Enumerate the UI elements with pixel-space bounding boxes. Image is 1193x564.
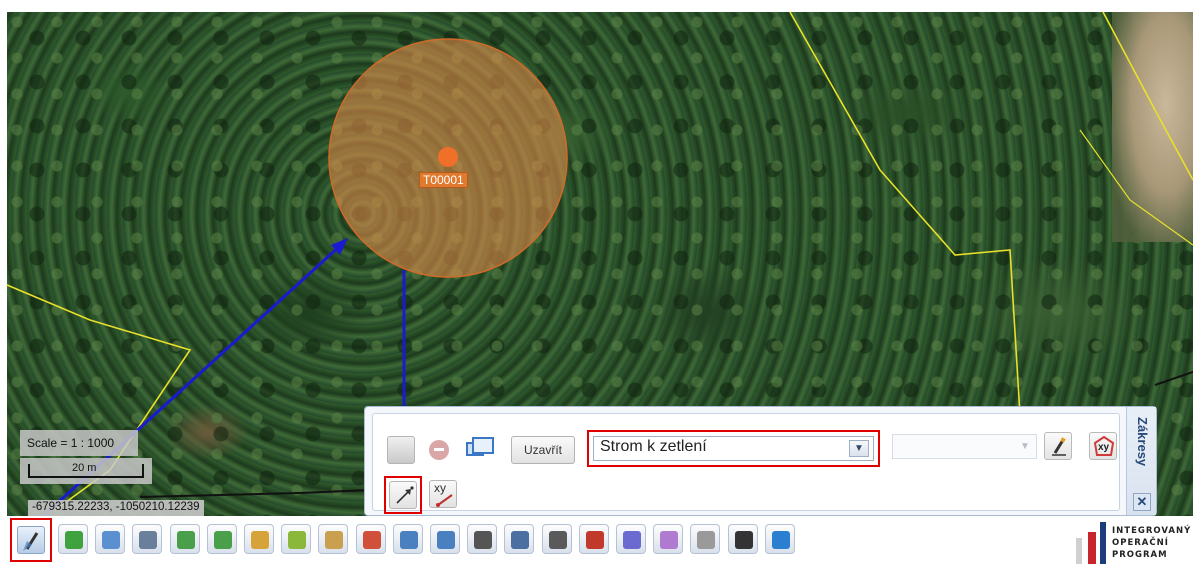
ruler-button[interactable] <box>244 524 274 554</box>
draw-tool-button[interactable] <box>17 526 45 554</box>
delete-xy-button[interactable]: xy <box>1089 432 1117 460</box>
edit-button[interactable] <box>1044 432 1072 460</box>
settings-button[interactable] <box>690 524 721 554</box>
export-icon <box>362 531 381 549</box>
delete-xy-icon: xy <box>1093 435 1115 456</box>
refresh-icon <box>65 531 83 549</box>
back-button[interactable] <box>169 524 200 554</box>
zakresy-panel: Uzavřít Strom k zetlení ▼ ▼ xy xy Zákres… <box>364 406 1157 516</box>
measure-icon <box>139 531 158 549</box>
logo-line: PROGRAM <box>1112 550 1168 560</box>
highlight-box: Strom k zetlení ▼ <box>587 430 880 467</box>
forward-icon <box>213 531 232 549</box>
chevron-down-icon[interactable]: ▼ <box>1016 437 1034 456</box>
feature-type-select[interactable]: Strom k zetlení ▼ <box>593 436 874 461</box>
bookmark-button[interactable] <box>653 524 684 554</box>
clear-button[interactable] <box>318 524 349 554</box>
draw-tool-icon <box>23 532 39 551</box>
draw-point-button[interactable] <box>389 481 417 509</box>
logo-bar <box>1100 522 1106 564</box>
scale-bar: 20 m <box>20 458 152 484</box>
print-preview-button[interactable] <box>541 524 572 554</box>
refresh-button[interactable] <box>58 524 88 554</box>
layers-button[interactable] <box>281 524 312 554</box>
new-document-button[interactable] <box>387 436 415 464</box>
xy-entry-button[interactable]: xy <box>429 480 457 508</box>
panel-content: Uzavřít Strom k zetlení ▼ ▼ xy xy <box>372 413 1120 514</box>
scale-bar-label: 20 m <box>72 462 97 474</box>
print-icon <box>511 531 530 549</box>
document-button[interactable] <box>392 524 423 554</box>
ruler-icon <box>251 531 269 549</box>
notes-button[interactable] <box>430 524 460 554</box>
forward-button[interactable] <box>206 524 237 554</box>
document-icon <box>399 531 418 549</box>
coordinate-readout: -679315.22233, -1050210.12239 <box>28 500 204 516</box>
bookmark-icon <box>660 531 679 549</box>
print-button[interactable] <box>504 524 535 554</box>
close-icon[interactable]: ✕ <box>1133 493 1151 511</box>
feature-label: T00001 <box>419 172 468 188</box>
clearing-area <box>1112 12 1193 242</box>
eye-button[interactable] <box>727 524 758 554</box>
screenshot: T00001 Scale = 1 : 1000 20 m -679315.222… <box>0 0 1193 564</box>
chevron-down-icon[interactable]: ▼ <box>849 440 869 457</box>
window-button[interactable] <box>95 524 126 554</box>
iop-logo: INTEGROVANÝ OPERAČNÍ PROGRAM <box>1066 520 1193 564</box>
stop-button[interactable] <box>425 436 453 464</box>
back-icon <box>176 531 195 549</box>
print-preview-icon <box>548 531 567 549</box>
settings-icon <box>697 531 716 549</box>
window-icon <box>102 531 121 549</box>
close-button[interactable]: Uzavřít <box>511 436 576 464</box>
panel-sidebar: Zákresy ✕ <box>1126 407 1156 515</box>
scale-text: Scale = 1 : 1000 <box>20 430 138 456</box>
clear-icon <box>325 531 344 549</box>
logo-line: OPERAČNÍ <box>1112 538 1169 548</box>
xy-line-icon <box>436 494 453 507</box>
eye-icon <box>734 531 753 549</box>
globe-icon <box>771 531 790 549</box>
bottom-toolbar <box>0 516 1193 564</box>
binoculars-button[interactable] <box>467 524 498 554</box>
windows-icon <box>466 437 494 456</box>
secondary-select[interactable]: ▼ <box>892 434 1037 459</box>
logo-line: INTEGROVANÝ <box>1112 526 1192 536</box>
windows-button[interactable] <box>463 434 494 462</box>
logo-bar <box>1076 538 1082 564</box>
measure-button[interactable] <box>132 524 163 554</box>
help-icon <box>623 531 641 549</box>
notes-icon <box>437 531 455 549</box>
help-button[interactable] <box>616 524 646 554</box>
highlight-box <box>384 476 422 514</box>
print-pdf-icon <box>585 531 604 549</box>
logo-bar <box>1088 532 1096 564</box>
print-pdf-button[interactable] <box>578 524 609 554</box>
svg-text:xy: xy <box>1098 442 1110 453</box>
export-button[interactable] <box>355 524 386 554</box>
highlight-box <box>10 518 52 562</box>
globe-button[interactable] <box>764 524 795 554</box>
layers-icon <box>288 531 307 549</box>
stop-icon <box>429 440 449 460</box>
feature-type-value: Strom k zetlení <box>600 438 707 455</box>
draw-point-icon <box>396 486 414 504</box>
binoculars-icon <box>474 531 493 549</box>
panel-title: Zákresy <box>1135 417 1150 467</box>
pen-icon <box>1052 437 1066 456</box>
